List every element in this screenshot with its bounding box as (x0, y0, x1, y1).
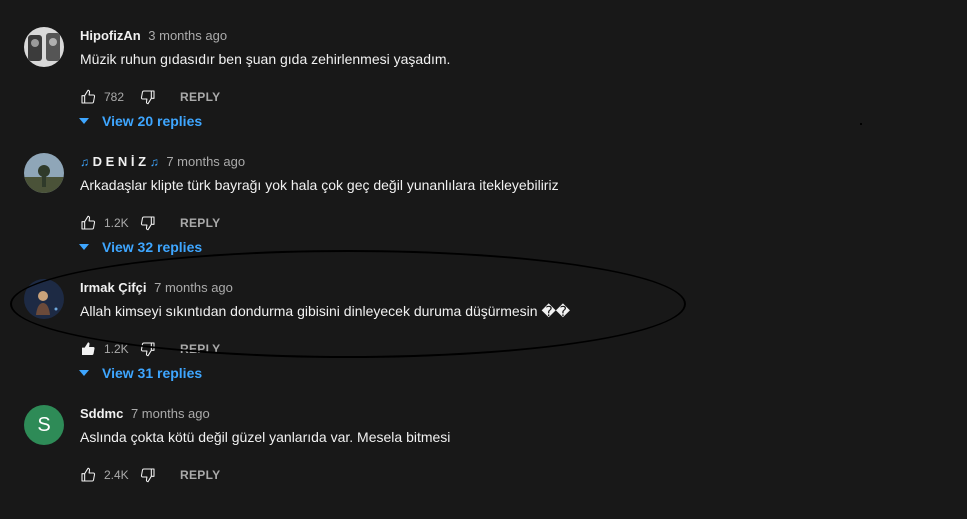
thumb-down-icon[interactable] (140, 89, 156, 105)
comment-time[interactable]: 7 months ago (131, 406, 210, 421)
thumb-up-icon[interactable] (80, 467, 96, 483)
caret-down-icon (79, 370, 89, 376)
comment-header: HipofizAn 3 months ago (80, 28, 227, 43)
comment-actions: 782 REPLY (80, 85, 220, 109)
thumb-down-icon[interactable] (140, 341, 156, 357)
comment-text: Aslında çokta kötü değil güzel yanlarıda… (80, 429, 451, 445)
comment-thread: HipofizAn 3 months ago Müzik ruhun gıdas… (0, 15, 967, 141)
comment-actions: 1.2K REPLY (80, 337, 220, 361)
avatar[interactable] (24, 27, 64, 67)
comment-thread: ♫ D E N İ Z ♫ 7 months ago Arkadaşlar kl… (0, 141, 967, 267)
caret-down-icon (79, 244, 89, 250)
comment-header: Irmak Çifçi 7 months ago (80, 280, 233, 295)
comment-actions: 1.2K REPLY (80, 211, 220, 235)
comment-time[interactable]: 7 months ago (166, 154, 245, 169)
reply-button[interactable]: REPLY (180, 216, 220, 230)
author-name[interactable]: Irmak Çifçi (80, 280, 146, 295)
comment-time[interactable]: 3 months ago (148, 28, 227, 43)
like-count: 1.2K (104, 216, 129, 230)
stray-dot (860, 123, 862, 125)
thumb-down-icon[interactable] (140, 467, 156, 483)
view-replies-button[interactable]: View 32 replies (78, 239, 202, 255)
like-count: 1.2K (104, 342, 129, 356)
author-name[interactable]: Sddmc (80, 406, 123, 421)
avatar[interactable] (24, 153, 64, 193)
comment-text: Allah kimseyi sıkıntıdan dondurma gibisi… (80, 303, 571, 319)
thumb-up-icon[interactable] (80, 341, 96, 357)
thumb-down-icon[interactable] (140, 215, 156, 231)
view-replies-label: View 32 replies (102, 239, 203, 255)
avatar[interactable]: S (24, 405, 64, 445)
avatar[interactable] (24, 279, 64, 319)
comment-header: ♫ D E N İ Z ♫ 7 months ago (80, 154, 245, 169)
view-replies-button[interactable]: View 20 replies (78, 113, 202, 129)
like-count: 2.4K (104, 468, 129, 482)
author-name[interactable]: D E N İ Z (93, 154, 146, 169)
reply-button[interactable]: REPLY (180, 342, 220, 356)
reply-button[interactable]: REPLY (180, 90, 220, 104)
comment-text: Arkadaşlar klipte türk bayrağı yok hala … (80, 177, 559, 193)
comment-header: Sddmc 7 months ago (80, 406, 210, 421)
music-note-icon: ♫ (149, 155, 159, 169)
view-replies-label: View 20 replies (102, 113, 203, 129)
thumb-up-icon[interactable] (80, 89, 96, 105)
thumb-up-icon[interactable] (80, 215, 96, 231)
author-name[interactable]: HipofizAn (80, 28, 141, 43)
view-replies-label: View 31 replies (102, 365, 203, 381)
like-count: 782 (104, 90, 125, 104)
comment-actions: 2.4K REPLY (80, 463, 220, 487)
music-note-icon: ♫ (80, 155, 89, 169)
comment-text: Müzik ruhun gıdasıdır ben şuan gıda zehi… (80, 51, 451, 67)
comment-thread: Irmak Çifçi 7 months ago Allah kimseyi s… (0, 267, 967, 393)
view-replies-button[interactable]: View 31 replies (78, 365, 202, 381)
caret-down-icon (79, 118, 89, 124)
comment-thread: S Sddmc 7 months ago Aslında çokta kötü … (0, 393, 967, 519)
reply-button[interactable]: REPLY (180, 468, 220, 482)
comment-time[interactable]: 7 months ago (154, 280, 233, 295)
